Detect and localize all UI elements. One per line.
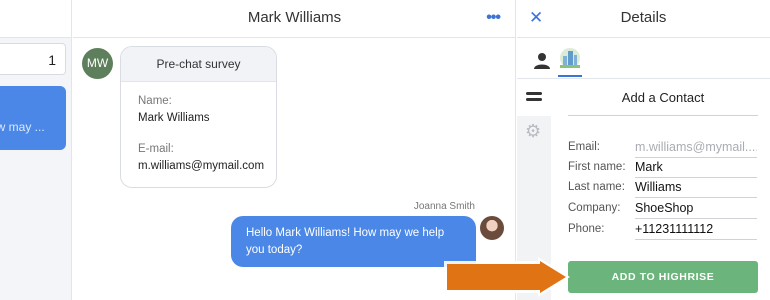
conversation-list-header bbox=[0, 0, 71, 38]
last-name-row: Last name: Williams bbox=[568, 178, 758, 198]
survey-name-value: Mark Williams bbox=[138, 112, 210, 124]
form-title-divider bbox=[568, 115, 758, 116]
survey-email-value: m.williams@mymail.com bbox=[138, 160, 265, 172]
company-row: Company: ShoeShop bbox=[568, 199, 758, 219]
chat-header: Mark Williams ••• bbox=[73, 0, 516, 38]
add-to-highrise-button[interactable]: ADD TO HIGHRISE bbox=[568, 261, 758, 293]
last-name-field[interactable]: Williams bbox=[635, 178, 757, 198]
conversation-list: 1 ow may ... bbox=[0, 0, 72, 300]
phone-field[interactable]: +11231111112 bbox=[635, 220, 757, 240]
survey-heading: Pre-chat survey bbox=[121, 47, 276, 82]
first-name-row: First name: Mark bbox=[568, 158, 758, 178]
form-title: Add a Contact bbox=[621, 90, 705, 105]
details-tabs bbox=[517, 38, 770, 79]
pre-chat-survey-card: Pre-chat survey Name: Mark Williams E-ma… bbox=[120, 46, 277, 188]
agent-name: Joanna Smith bbox=[413, 201, 475, 212]
customer-avatar: MW bbox=[82, 48, 113, 79]
email-row: Email: m.williams@mymail.... bbox=[568, 138, 758, 158]
first-name-field[interactable]: Mark bbox=[635, 158, 757, 178]
details-header: ✕ Details bbox=[517, 0, 770, 38]
last-name-label: Last name: bbox=[568, 181, 625, 193]
chat-title: Mark Williams bbox=[247, 9, 342, 26]
conversation-preview-item[interactable]: ow may ... bbox=[0, 86, 66, 150]
pointer-arrow-icon bbox=[444, 257, 570, 297]
company-field[interactable]: ShoeShop bbox=[635, 199, 757, 219]
app-window: 1 ow may ... Mark Williams ••• MW Pre-ch… bbox=[0, 0, 770, 300]
hamburger-icon bbox=[526, 92, 542, 95]
gear-icon[interactable]: ⚙ bbox=[525, 121, 541, 142]
person-icon[interactable] bbox=[533, 52, 551, 70]
survey-email-label: E-mail: bbox=[138, 143, 174, 155]
queue-count-field[interactable]: 1 bbox=[0, 43, 66, 75]
more-dots-icon[interactable]: ••• bbox=[486, 9, 501, 27]
survey-name-label: Name: bbox=[138, 95, 172, 107]
agent-avatar bbox=[480, 216, 504, 240]
details-title: Details bbox=[620, 9, 667, 26]
phone-label: Phone: bbox=[568, 223, 605, 235]
highrise-tab-icon[interactable] bbox=[558, 47, 582, 77]
phone-row: Phone: +11231111112 bbox=[568, 220, 758, 240]
email-field[interactable]: m.williams@mymail.... bbox=[635, 138, 757, 158]
email-label: Email: bbox=[568, 141, 600, 153]
menu-tab[interactable] bbox=[517, 80, 551, 116]
first-name-label: First name: bbox=[568, 161, 626, 173]
conversation-preview-text: ow may ... bbox=[0, 120, 45, 134]
company-label: Company: bbox=[568, 202, 621, 214]
